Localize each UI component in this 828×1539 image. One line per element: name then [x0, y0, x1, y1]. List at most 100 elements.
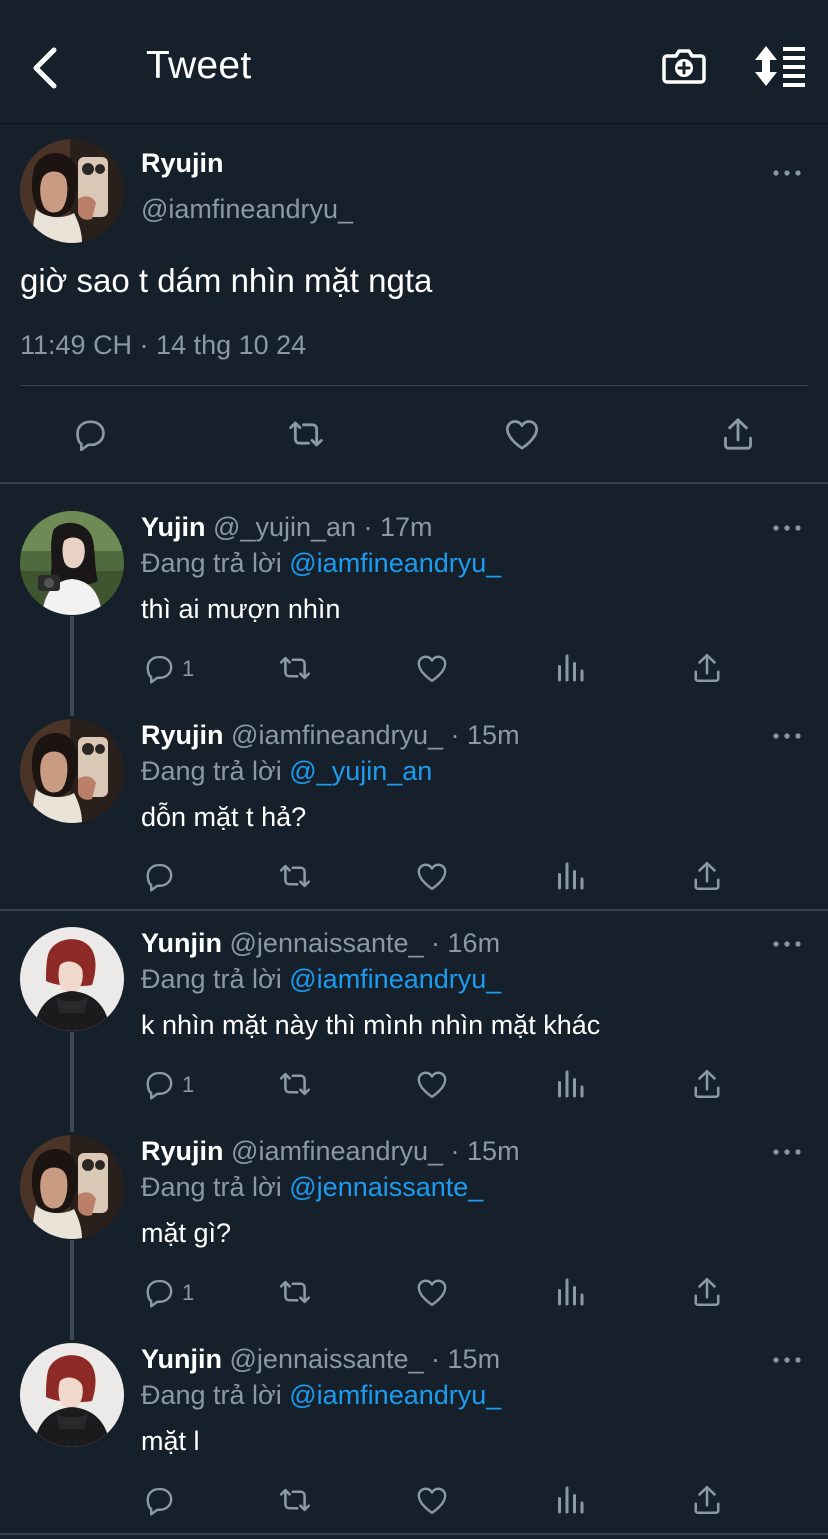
author-name[interactable]: Ryujin	[141, 720, 224, 750]
reply-header: Yujin @_yujin_an · 17m	[141, 512, 433, 543]
camera-button[interactable]	[660, 42, 708, 90]
replying-to-label: Đang trả lời	[141, 964, 290, 994]
reply-count: 1	[182, 656, 195, 681]
reply-button[interactable]	[141, 1066, 177, 1102]
share-icon	[689, 858, 725, 894]
author-handle[interactable]: @iamfineandryu_	[141, 194, 353, 225]
views-icon	[552, 858, 588, 894]
avatar[interactable]	[20, 927, 124, 1031]
retweet-button[interactable]	[277, 1066, 313, 1102]
retweet-icon	[277, 1274, 313, 1310]
share-icon	[718, 414, 758, 454]
share-button[interactable]	[689, 650, 725, 686]
retweet-button[interactable]	[277, 858, 313, 894]
share-icon	[689, 1482, 725, 1518]
mention-link[interactable]: @iamfineandryu_	[289, 964, 501, 994]
replying-to-label: Đang trả lời	[141, 1380, 290, 1410]
retweet-button[interactable]	[277, 1482, 313, 1518]
more-icon[interactable]	[772, 1355, 802, 1365]
share-icon	[689, 1066, 725, 1102]
reply-button[interactable]	[141, 650, 177, 686]
views-button[interactable]	[552, 1482, 588, 1518]
share-button[interactable]	[718, 414, 758, 454]
author-meta: @jennaissante_ · 16m	[229, 928, 501, 958]
reply-button[interactable]	[141, 858, 177, 894]
author-name[interactable]: Yujin	[141, 512, 206, 542]
replying-to-label: Đang trả lời	[141, 1172, 290, 1202]
reply-icon	[141, 650, 177, 686]
author-name[interactable]: Ryujin	[141, 1136, 224, 1166]
avatar[interactable]	[20, 139, 124, 243]
reply-button[interactable]	[141, 1482, 177, 1518]
share-button[interactable]	[689, 1066, 725, 1102]
reply-text: thì ai mượn nhìn	[141, 594, 341, 624]
share-button[interactable]	[689, 1274, 725, 1310]
like-button[interactable]	[414, 858, 450, 894]
author-name[interactable]: Yunjin	[141, 1344, 222, 1374]
more-icon[interactable]	[772, 731, 802, 741]
replying-to: Đang trả lời @iamfineandryu_	[141, 1380, 501, 1411]
avatar[interactable]	[20, 719, 124, 823]
reply-icon	[141, 858, 177, 894]
author-meta: @jennaissante_ · 15m	[229, 1344, 501, 1374]
views-button[interactable]	[552, 1274, 588, 1310]
mention-link[interactable]: @jennaissante_	[289, 1172, 483, 1202]
back-button[interactable]	[26, 44, 66, 92]
mention-link[interactable]: @_yujin_an	[289, 756, 432, 786]
author-name[interactable]: Ryujin	[141, 148, 224, 179]
reply-icon	[70, 414, 110, 454]
reply-text: mặt l	[141, 1426, 200, 1456]
author-name[interactable]: Yunjin	[141, 928, 222, 958]
tweet-timestamp: 11:49 CH · 14 thg 10 24	[20, 330, 307, 360]
replying-to-label: Đang trả lời	[141, 548, 290, 578]
reply-count: 1	[182, 1072, 195, 1097]
mention-link[interactable]: @iamfineandryu_	[289, 548, 501, 578]
like-button[interactable]	[414, 1066, 450, 1102]
reply-text: k nhìn mặt này thì mình nhìn mặt khác	[141, 1010, 601, 1040]
more-icon[interactable]	[772, 1147, 802, 1157]
replying-to: Đang trả lời @_yujin_an	[141, 756, 432, 787]
reply-icon	[141, 1274, 177, 1310]
reply-button[interactable]	[70, 414, 110, 454]
more-icon[interactable]	[772, 168, 802, 178]
retweet-button[interactable]	[286, 414, 326, 454]
avatar[interactable]	[20, 511, 124, 615]
retweet-icon	[286, 414, 326, 454]
camera-plus-icon	[662, 49, 706, 84]
reply-button[interactable]	[141, 1274, 177, 1310]
avatar[interactable]	[20, 1135, 124, 1239]
heart-icon	[414, 858, 450, 894]
share-button[interactable]	[689, 1482, 725, 1518]
like-button[interactable]	[414, 1482, 450, 1518]
avatar[interactable]	[20, 1343, 124, 1447]
retweet-button[interactable]	[277, 650, 313, 686]
like-button[interactable]	[414, 1274, 450, 1310]
sort-button[interactable]	[752, 44, 808, 88]
mention-link[interactable]: @iamfineandryu_	[289, 1380, 501, 1410]
like-button[interactable]	[414, 650, 450, 686]
section-divider	[0, 482, 828, 484]
reply-count: 1	[182, 1280, 195, 1305]
replying-to: Đang trả lời @jennaissante_	[141, 1172, 483, 1203]
more-icon[interactable]	[772, 939, 802, 949]
sort-icon	[755, 46, 805, 87]
retweet-button[interactable]	[277, 1274, 313, 1310]
replying-to: Đang trả lời @iamfineandryu_	[141, 964, 501, 995]
heart-icon	[414, 1274, 450, 1310]
author-meta: @iamfineandryu_ · 15m	[231, 720, 520, 750]
replying-to: Đang trả lời @iamfineandryu_	[141, 548, 501, 579]
views-button[interactable]	[552, 1066, 588, 1102]
thread-line	[70, 1032, 74, 1132]
more-icon[interactable]	[772, 523, 802, 533]
section-divider	[0, 909, 828, 911]
retweet-icon	[277, 1066, 313, 1102]
reply-header: Ryujin @iamfineandryu_ · 15m	[141, 1136, 520, 1167]
reply-icon	[141, 1482, 177, 1518]
like-button[interactable]	[502, 414, 542, 454]
heart-icon	[502, 414, 542, 454]
views-button[interactable]	[552, 650, 588, 686]
share-button[interactable]	[689, 858, 725, 894]
author-meta: @_yujin_an · 17m	[213, 512, 433, 542]
heart-icon	[414, 1066, 450, 1102]
views-button[interactable]	[552, 858, 588, 894]
